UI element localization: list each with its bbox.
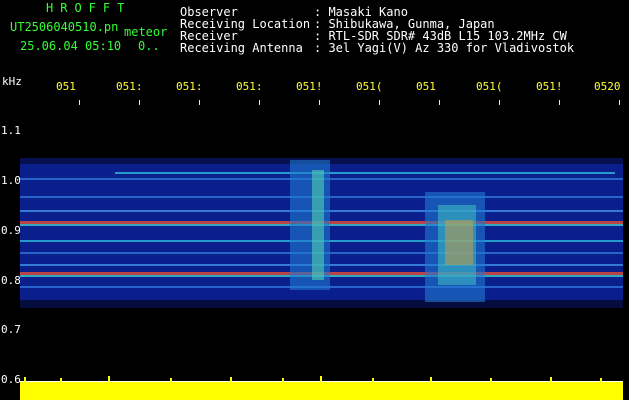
y-tick-label: 0.8	[1, 274, 21, 287]
filename-suffix: meteor	[124, 25, 168, 39]
x-tick-label: 051:	[236, 80, 263, 93]
y-tick-label: 1.0	[1, 174, 21, 187]
x-tick-label: 051	[56, 80, 76, 93]
y-tick-label: 1.1	[1, 124, 21, 137]
amplitude-strip	[20, 382, 623, 400]
x-tick-marks	[79, 100, 620, 105]
y-tick-label: 0.6	[1, 373, 21, 386]
spectrogram-plot	[20, 100, 623, 400]
filename: UT2506040510.pn	[10, 20, 119, 34]
x-tick-label: 051!	[536, 80, 563, 93]
x-tick-label: 051(	[476, 80, 503, 93]
x-tick-label: 051:	[176, 80, 203, 93]
info-antenna-label: Receiving Antenna	[180, 41, 303, 55]
axis-unit-label: kHz	[2, 75, 22, 88]
x-tick-label: 0520	[594, 80, 621, 93]
x-tick-label: 051(	[356, 80, 383, 93]
datetime: 25.06.04 05:10	[20, 39, 122, 53]
x-tick-label: 051!	[296, 80, 323, 93]
info-antenna-value: : 3el Yagi(V) Az 330 for Vladivostok	[314, 41, 575, 55]
x-tick-label: 051:	[116, 80, 143, 93]
datetime-extra: 0..	[138, 39, 160, 53]
x-tick-label: 051	[416, 80, 436, 93]
hrofft-title: HROFFT	[46, 1, 132, 15]
y-tick-label: 0.7	[1, 323, 21, 336]
noise-band-edge-bottom	[20, 300, 623, 308]
y-tick-label: 0.9	[1, 224, 21, 237]
